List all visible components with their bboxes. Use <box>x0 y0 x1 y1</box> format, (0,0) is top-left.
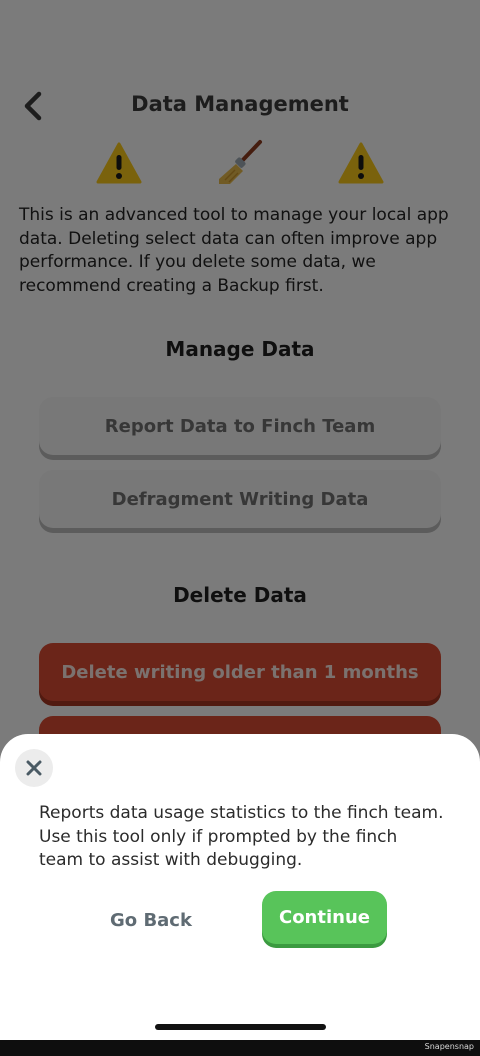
go-back-button[interactable]: Go Back <box>92 900 210 940</box>
close-icon <box>26 760 42 776</box>
sheet-description: Reports data usage statistics to the fin… <box>39 803 444 870</box>
continue-button[interactable]: Continue <box>262 891 387 944</box>
confirmation-sheet: Reports data usage statistics to the fin… <box>0 734 480 1040</box>
close-button[interactable] <box>15 749 53 787</box>
home-indicator[interactable] <box>155 1024 326 1030</box>
watermark-text: Snapensnap <box>424 1042 474 1051</box>
watermark-strip: Snapensnap <box>0 1040 480 1056</box>
